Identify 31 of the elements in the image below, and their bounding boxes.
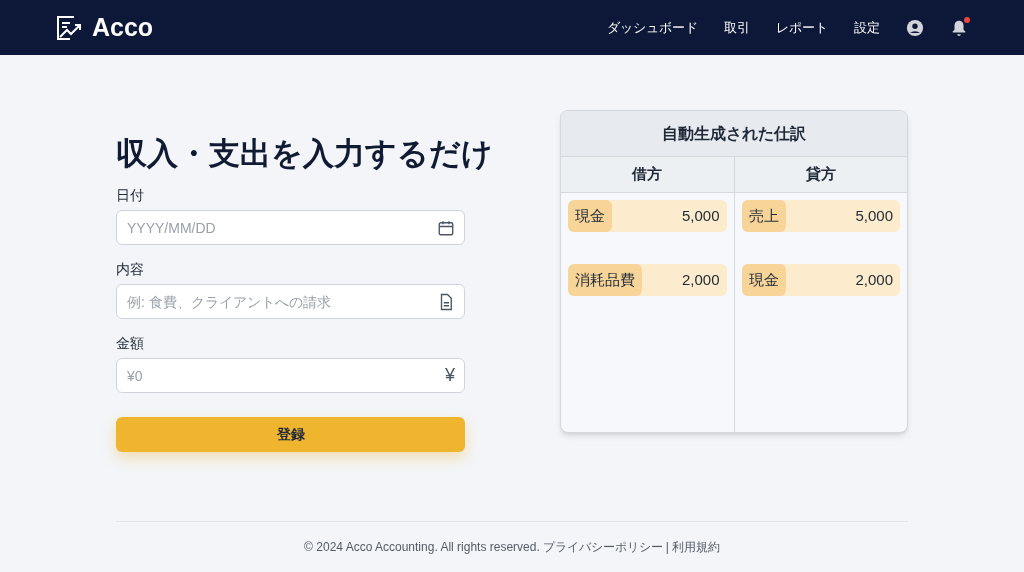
input-field[interactable]: YYYY/MM/DD: [116, 210, 465, 246]
register-button[interactable]: 登録: [116, 417, 465, 453]
entry-amount: 2,000: [681, 269, 720, 290]
account-tag: 現金: [568, 200, 612, 232]
entry-amount: 2,000: [855, 269, 893, 290]
logo-text: Acco: [92, 11, 154, 43]
column-heading: 貸方: [734, 157, 907, 193]
copyright-text: © 2024 Acco Accounting. All rights reserved.: [304, 539, 540, 556]
field-label: 内容: [116, 260, 145, 280]
footer-link[interactable]: 利用規約: [671, 538, 720, 556]
yen-icon: ¥: [445, 362, 455, 390]
entry-amount: 5,000: [681, 205, 720, 226]
account-tag: 売上: [741, 200, 786, 232]
account-tag: 消耗品費: [568, 264, 642, 296]
form-title: 収入・支出を入力するだけ: [116, 135, 493, 173]
input-field[interactable]: 例: 食費、クライアントへの請求: [116, 284, 465, 320]
entry-amount: 5,000: [855, 205, 893, 226]
nav-link[interactable]: レポート: [776, 17, 828, 38]
field-label: 日付: [116, 186, 145, 206]
separator-text: |: [665, 539, 669, 556]
notification-icon[interactable]: [950, 18, 968, 37]
nav-link[interactable]: 設定: [854, 17, 880, 38]
field-label: 金額: [116, 334, 145, 354]
footer-link[interactable]: プライバシーポリシー: [542, 538, 663, 556]
nav-link[interactable]: ダッシュボード: [607, 17, 698, 38]
account-tag: 現金: [741, 264, 786, 296]
column-heading: 借方: [561, 157, 734, 193]
nav-link[interactable]: 取引: [724, 17, 750, 38]
calendar-icon: [437, 218, 455, 237]
account-icon[interactable]: [906, 18, 924, 37]
journal-title: 自動生成された仕訳: [561, 111, 907, 157]
